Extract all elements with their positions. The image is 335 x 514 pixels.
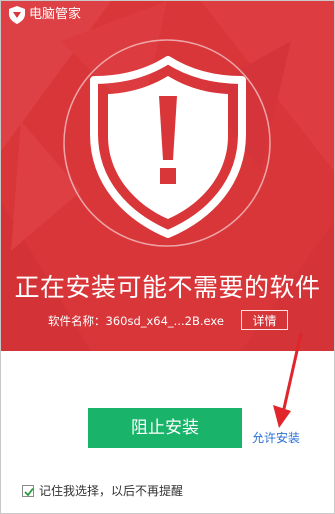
titlebar: 电脑管家 (1, 1, 334, 29)
app-title: 电脑管家 (29, 7, 82, 22)
shield-warning-icon (90, 56, 246, 238)
details-button[interactable]: 详情 (241, 310, 288, 330)
shield-logo-icon (9, 6, 25, 24)
red-arrow-annotation (273, 332, 303, 428)
remember-choice-label: 记住我选择，以后不再提醒 (39, 484, 184, 498)
warning-headline: 正在安装可能不需要的软件 (14, 273, 321, 302)
remember-choice-checkbox[interactable] (22, 485, 34, 497)
file-name-label: 软件名称： (48, 314, 106, 328)
block-install-button[interactable]: 阻止安装 (88, 408, 242, 448)
installer-warning-dialog: 电脑管家 正在安装可能不需要的软件 软件名称：360sd_x64_...2B.e… (0, 0, 335, 514)
file-info-row: 软件名称：360sd_x64_...2B.exe (48, 312, 224, 332)
alert-header: 电脑管家 正在安装可能不需要的软件 软件名称：360sd_x64_...2B.e… (1, 1, 334, 351)
file-name-value: 360sd_x64_...2B.exe (105, 314, 224, 328)
allow-install-link[interactable]: 允许安装 (252, 430, 300, 446)
checkmark-icon (24, 487, 34, 497)
